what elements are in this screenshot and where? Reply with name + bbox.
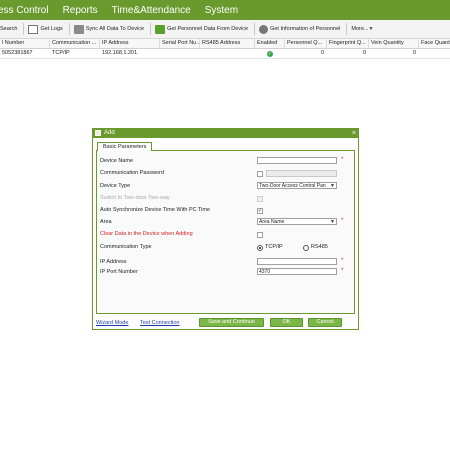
ip-address-label: IP Address (100, 259, 127, 265)
test-connection-link[interactable]: Test Connection (140, 320, 179, 327)
toolbar-item-label: Search (0, 26, 18, 32)
basic-parameters-panel: Device Name * Communication Password Dev… (96, 150, 355, 314)
comm-password-label: Communication Password (100, 170, 164, 176)
tcpip-radio-label: TCP/IP (265, 244, 283, 250)
sync-all-data-button[interactable]: Sync All Data To Device (73, 24, 145, 34)
device-toolbar: Search Get Logs Sync All Data To Device … (0, 20, 450, 39)
sync-icon (73, 24, 84, 34)
cell-fingerprint: 0 (362, 50, 366, 56)
device-name-label: Device Name (100, 158, 134, 164)
chevron-down-icon: ▼ (330, 219, 335, 225)
required-marker: * (341, 268, 344, 274)
switch-two-door-label: Switch to Two-door Two-way (100, 195, 170, 201)
top-menubar: ess Control Reports Time&Attendance Syst… (0, 0, 450, 20)
required-marker: * (341, 218, 344, 224)
table-row[interactable]: 5052381867 TCP/IP 192.168.1.201 ✓ 0 0 0 (0, 49, 450, 59)
toolbar-item-label: Sync All Data To Device (85, 26, 145, 32)
ok-button[interactable]: OK (270, 318, 303, 327)
column-header-enabled[interactable]: Enabled (255, 39, 285, 48)
clear-data-checkbox[interactable] (257, 231, 263, 238)
ip-port-input[interactable]: 4370 (257, 268, 337, 275)
column-header-fingerprint[interactable]: Fingerprint Q... (327, 39, 369, 48)
required-marker: * (341, 258, 344, 264)
close-icon[interactable]: × (352, 129, 356, 138)
area-value: Area Name (259, 219, 285, 225)
cell-serial: 5052381867 (2, 50, 33, 56)
column-header-serial[interactable]: l Number (0, 39, 50, 48)
ip-address-input[interactable] (257, 258, 337, 265)
device-type-label: Device Type (100, 183, 131, 189)
tcpip-radio[interactable] (257, 244, 263, 251)
chevron-down-icon: ▼ (330, 183, 335, 189)
toolbar-item-label: Get Information of Personnel (270, 26, 341, 32)
toolbar-item-label: Get Personnel Data From Device (167, 26, 249, 32)
toolbar-divider (150, 23, 152, 35)
toolbar-divider (346, 23, 348, 35)
cell-enabled: ✓ (255, 49, 285, 58)
menu-system[interactable]: System (205, 5, 238, 16)
get-logs-button[interactable]: Get Logs (28, 24, 63, 34)
toolbar-item-label: More... (351, 26, 369, 32)
menu-time-attendance[interactable]: Time&Attendance (112, 5, 191, 16)
device-table-header: l Number Communication ... IP Address Se… (0, 39, 450, 49)
device-name-input[interactable] (257, 157, 337, 164)
dialog-titlebar[interactable]: Add × (93, 129, 358, 138)
toolbar-item-label: Get Logs (40, 26, 63, 32)
menu-access-control[interactable]: ess Control (0, 5, 49, 16)
rs485-radio-label: RS485 (311, 244, 328, 250)
get-personnel-info-button[interactable]: Get Information of Personnel (259, 24, 341, 34)
column-header-ip-address[interactable]: IP Address (100, 39, 160, 48)
comm-password-input[interactable] (266, 170, 337, 177)
get-personnel-data-button[interactable]: Get Personnel Data From Device (155, 24, 249, 34)
cell-vein: 0 (412, 50, 416, 56)
rs485-radio[interactable] (303, 244, 309, 251)
column-header-communication[interactable]: Communication ... (50, 39, 100, 48)
wizard-mode-link[interactable]: Wizard Mode (96, 320, 128, 327)
logs-icon (28, 24, 39, 34)
enabled-check-icon: ✓ (267, 50, 273, 57)
personnel-icon (259, 24, 269, 34)
device-type-select[interactable]: Two-Door Access Control Pan ▼ (257, 182, 337, 189)
menu-reports[interactable]: Reports (63, 5, 98, 16)
ip-port-label: IP Port Number (100, 269, 138, 275)
comm-password-checkbox[interactable] (257, 170, 263, 177)
cancel-button[interactable]: Cancel (308, 318, 342, 327)
save-and-continue-button[interactable]: Save and Continue (199, 318, 264, 327)
switch-two-door-checkbox[interactable] (257, 195, 263, 202)
comm-type-label: Communication Type (100, 244, 152, 250)
device-type-value: Two-Door Access Control Pan (259, 183, 326, 189)
column-header-personnel[interactable]: Personnel Q... (285, 39, 327, 48)
column-header-vein[interactable]: Vein Quantity (369, 39, 419, 48)
add-device-dialog: Add × Basic Parameters Device Name * Com… (92, 128, 359, 330)
cell-communication: TCP/IP (52, 50, 70, 56)
column-header-face[interactable]: Face Quantit (419, 39, 450, 48)
toolbar-divider (68, 23, 70, 35)
toolbar-divider (23, 23, 25, 35)
required-marker: * (341, 157, 344, 163)
cell-personnel: 0 (320, 50, 324, 56)
clear-data-label: Clear Data in the Device when Adding (100, 231, 193, 237)
dialog-title: Add (104, 130, 115, 136)
tab-basic-parameters[interactable]: Basic Parameters (97, 142, 153, 151)
more-button[interactable]: More... ▼ (351, 26, 373, 32)
download-icon (155, 24, 166, 34)
app-icon (95, 130, 101, 136)
auto-sync-checkbox[interactable]: ✓ (257, 207, 263, 214)
column-header-rs485[interactable]: RS485 Address (200, 39, 255, 48)
search-button[interactable]: Search (0, 26, 17, 32)
area-label: Area (100, 219, 112, 225)
toolbar-divider (254, 23, 256, 35)
cell-ip-address: 192.168.1.201 (102, 50, 138, 56)
column-header-serial-port[interactable]: Serial Port Nu... (160, 39, 200, 48)
auto-sync-label: Auto Synchronize Device Time With PC Tim… (100, 207, 211, 213)
chevron-down-icon: ▼ (368, 26, 374, 32)
area-select[interactable]: Area Name ▼ (257, 218, 337, 225)
